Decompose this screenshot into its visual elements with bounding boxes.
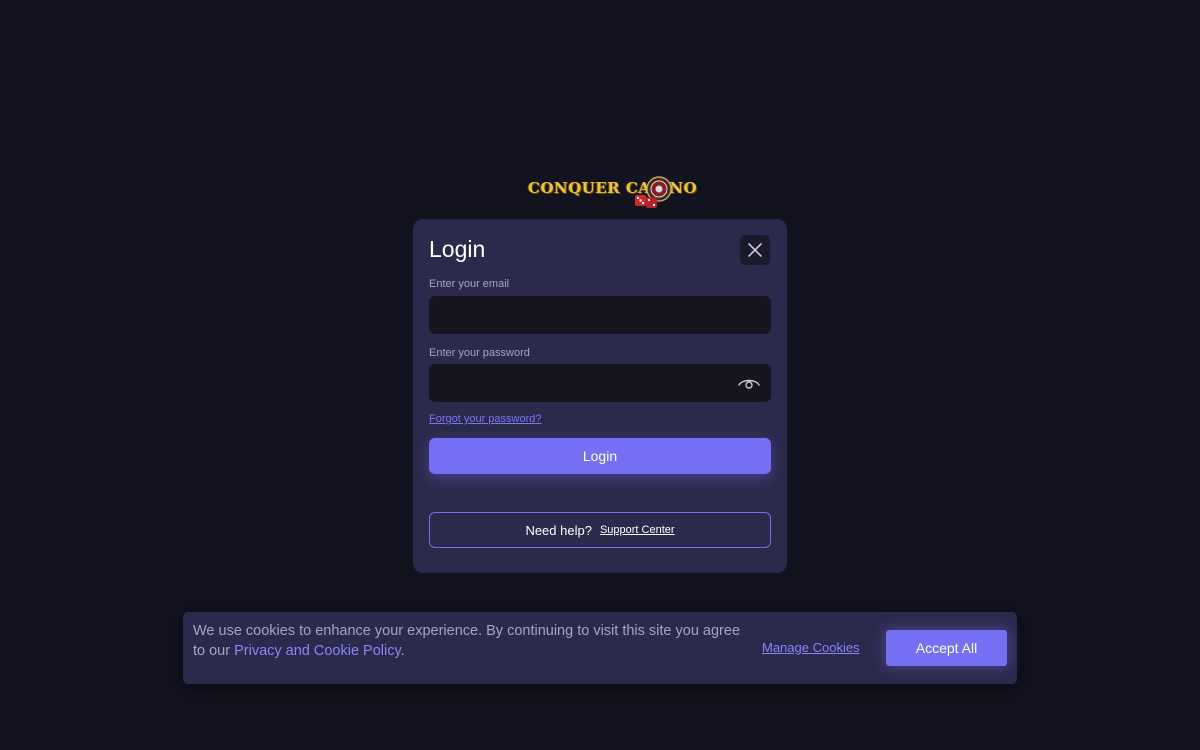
help-text: Need help? (525, 522, 592, 538)
cookie-message-end: . (400, 643, 405, 659)
email-field[interactable] (429, 296, 771, 334)
eye-icon (738, 379, 760, 389)
password-field[interactable] (429, 364, 771, 402)
login-modal: Login Enter your email Enter your passwo… (413, 219, 787, 573)
manage-cookies-link[interactable]: Manage Cookies (762, 640, 860, 655)
accept-all-button[interactable]: Accept All (886, 630, 1007, 666)
help-box: Need help? Support Center (429, 512, 771, 548)
casino-logo: CONQUER CASINO (526, 174, 697, 212)
password-toggle-button[interactable] (737, 374, 761, 392)
close-icon (748, 243, 762, 257)
close-button[interactable] (740, 235, 770, 265)
login-button[interactable]: Login (429, 438, 771, 474)
forgot-password-link[interactable]: Forgot your password? (429, 413, 542, 425)
email-label: Enter your email (429, 278, 510, 290)
cookie-banner: We use cookies to enhance your experienc… (183, 612, 1017, 684)
password-label: Enter your password (429, 347, 530, 359)
dice-icon (635, 195, 657, 208)
support-center-link[interactable]: Support Center (600, 524, 675, 536)
privacy-policy-link[interactable]: Privacy and Cookie Policy (234, 643, 401, 659)
modal-title: Login (429, 236, 486, 262)
cookie-message: We use cookies to enhance your experienc… (193, 621, 753, 661)
